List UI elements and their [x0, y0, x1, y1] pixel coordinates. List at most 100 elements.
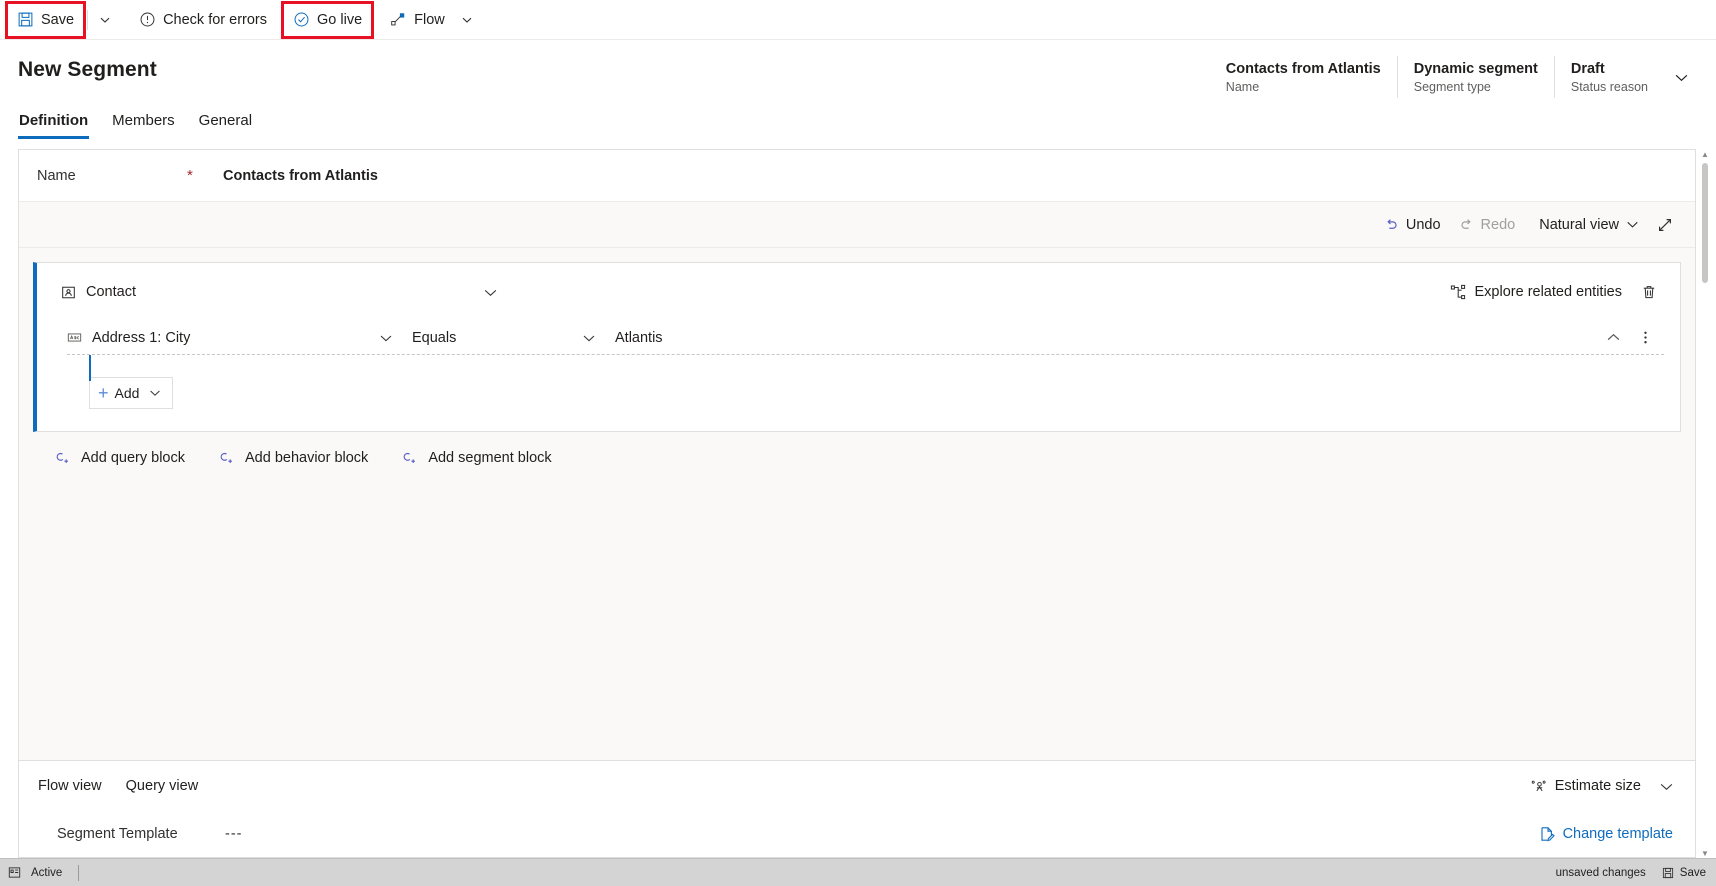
header-field-status-reason-value: Draft [1570, 60, 1605, 77]
status-separator [78, 864, 80, 881]
document-edit-icon [1539, 826, 1555, 842]
add-block-links: Add query block Add behavior block Add s… [33, 432, 1681, 470]
query-block-entity-label: Contact [86, 284, 136, 300]
add-condition-area: + Add [67, 355, 1680, 409]
query-block-entity[interactable]: Contact [61, 284, 136, 300]
check-circle-icon [293, 11, 310, 28]
flow-view-tab[interactable]: Flow view [37, 774, 103, 798]
go-live-label: Go live [317, 11, 363, 28]
designer-canvas: Contact Explore related entities Address… [19, 248, 1695, 760]
status-state-label: Active [31, 866, 63, 879]
segment-name-value[interactable]: Contacts from Atlantis [223, 168, 378, 184]
header-field-name-label: Name [1225, 79, 1260, 94]
bottom-panel-collapse-button[interactable] [1651, 772, 1681, 800]
condition-operator-caret[interactable] [575, 331, 603, 345]
flow-options-caret[interactable] [454, 4, 480, 36]
scroll-down-arrow[interactable]: ▼ [1700, 848, 1710, 858]
save-options-caret[interactable] [92, 4, 118, 36]
status-bar: Active unsaved changes Save [0, 858, 1716, 886]
condition-attribute-label: Address 1: City [92, 329, 191, 346]
tab-definition-label: Definition [19, 112, 89, 129]
trash-icon [1641, 284, 1657, 300]
scrollbar-thumb[interactable] [1702, 163, 1708, 283]
expand-designer-button[interactable] [1649, 210, 1681, 240]
bottom-panel-actions: Estimate size [1523, 771, 1681, 801]
change-template-button[interactable]: Change template [1531, 822, 1681, 846]
condition-collapse-button[interactable] [1598, 324, 1628, 352]
explore-related-entities-button[interactable]: Explore related entities [1442, 280, 1631, 304]
chevron-down-icon [149, 387, 161, 399]
chevron-down-icon [461, 14, 473, 26]
undo-button[interactable]: Undo [1376, 210, 1449, 240]
chevron-down-icon [99, 14, 111, 26]
condition-attribute-caret[interactable] [372, 331, 400, 345]
query-view-tab[interactable]: Query view [125, 774, 200, 798]
status-bar-right: unsaved changes Save [1556, 867, 1706, 879]
check-for-errors-button[interactable]: Check for errors [130, 4, 276, 36]
redo-button[interactable]: Redo [1451, 210, 1524, 240]
add-block-icon [219, 450, 235, 466]
save-button-label: Save [41, 11, 75, 28]
tab-general[interactable]: General [198, 108, 253, 139]
condition-more-options-button[interactable] [1630, 324, 1660, 352]
add-segment-block-link[interactable]: Add segment block [398, 446, 555, 470]
chevron-up-icon [1606, 330, 1621, 345]
flow-view-label: Flow view [38, 778, 102, 794]
view-mode-selector[interactable]: Natural view [1531, 210, 1647, 240]
plus-icon: + [98, 383, 109, 403]
add-condition-button[interactable]: + Add [89, 377, 173, 409]
command-separator-1 [87, 9, 89, 30]
status-bar-left: Active [8, 864, 80, 881]
chevron-down-icon [582, 331, 596, 345]
query-block-collapse-button[interactable] [476, 278, 506, 306]
header-expand-button[interactable] [1664, 56, 1698, 98]
scroll-up-arrow[interactable]: ▲ [1700, 149, 1710, 159]
expand-diagonal-icon [1657, 217, 1673, 233]
unsaved-changes-label: unsaved changes [1555, 866, 1646, 879]
condition-value-label: Atlantis [615, 329, 663, 346]
segment-template-row: Segment Template --- Change template [19, 811, 1695, 857]
alert-circle-icon [139, 11, 156, 28]
people-icon [1531, 778, 1548, 795]
bottom-view-tabs: Flow view Query view [37, 774, 199, 798]
add-block-icon [402, 450, 418, 466]
estimate-size-button[interactable]: Estimate size [1523, 771, 1649, 801]
query-block: Contact Explore related entities Address… [33, 262, 1681, 432]
save-button[interactable]: Save [4, 0, 87, 39]
condition-operator[interactable]: Equals [400, 330, 575, 346]
form-icon[interactable] [8, 866, 21, 879]
chevron-down-icon [1674, 70, 1689, 85]
add-behavior-block-link[interactable]: Add behavior block [215, 446, 372, 470]
add-segment-block-label: Add segment block [428, 450, 552, 466]
redo-label: Redo [1480, 216, 1516, 233]
segment-name-label: Name [37, 167, 76, 184]
chevron-down-icon [1659, 779, 1674, 794]
vertical-scrollbar[interactable]: ▲ ▼ [1700, 149, 1710, 858]
header-field-segment-type: Dynamic segment Segment type [1396, 56, 1554, 98]
text-field-icon [67, 330, 82, 345]
delete-query-block-button[interactable] [1634, 278, 1664, 306]
save-icon [1662, 867, 1674, 879]
condition-attribute[interactable]: Address 1: City [67, 330, 372, 346]
chevron-down-icon [379, 331, 393, 345]
status-save-button[interactable]: Save [1662, 867, 1706, 879]
required-marker: * [187, 167, 193, 184]
add-query-block-link[interactable]: Add query block [51, 446, 189, 470]
header-field-segment-type-value: Dynamic segment [1413, 60, 1538, 77]
add-condition-label: Add [114, 385, 140, 401]
change-template-area: Change template [1531, 822, 1681, 846]
condition-value[interactable]: Atlantis [603, 330, 663, 346]
query-block-actions: Explore related entities [1442, 278, 1665, 306]
condition-row-actions [1598, 324, 1664, 352]
flow-button[interactable]: Flow [381, 4, 454, 36]
condition-operator-label: Equals [412, 329, 457, 346]
undo-label: Undo [1405, 216, 1441, 233]
tab-definition[interactable]: Definition [18, 108, 90, 139]
tab-members[interactable]: Members [111, 108, 176, 139]
form-tabs: Definition Members General [0, 98, 1716, 139]
header-field-name-value: Contacts from Atlantis [1225, 60, 1381, 77]
condition-row: Address 1: City Equals Atlantis [67, 321, 1664, 355]
go-live-button[interactable]: Go live [281, 0, 375, 39]
view-mode-label: Natural view [1539, 216, 1619, 233]
save-icon [17, 11, 34, 28]
